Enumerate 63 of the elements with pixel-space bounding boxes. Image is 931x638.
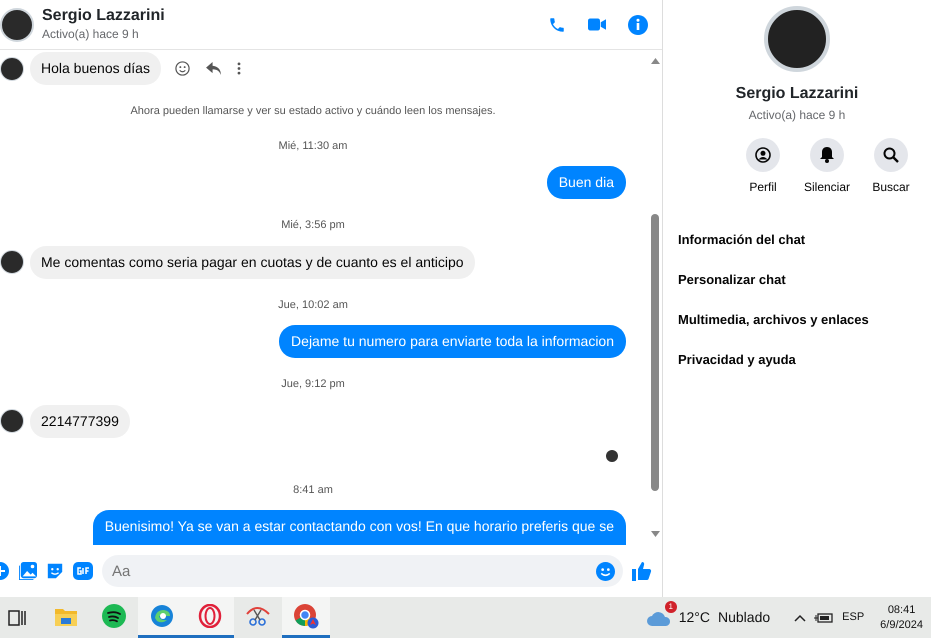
phone-icon[interactable]: [548, 16, 566, 34]
mute-button[interactable]: Silenciar: [802, 138, 852, 196]
message-bubble: Hola buenos días: [30, 52, 161, 85]
bell-icon: [820, 147, 834, 163]
gif-icon[interactable]: [73, 562, 93, 580]
profile-icon: [755, 147, 771, 163]
thumbs-up-icon[interactable]: [632, 561, 652, 581]
video-camera-icon[interactable]: [588, 17, 606, 32]
clock-date[interactable]: 6/9/2024: [880, 618, 923, 632]
timestamp: Mié, 11:30 am: [278, 138, 348, 154]
info-icon[interactable]: [628, 14, 648, 34]
profile-status: Activo(a) hace 9 h: [748, 107, 846, 124]
timestamp: 8:41 am: [292, 482, 334, 498]
notification-badge: 1: [664, 601, 677, 613]
music-app-icon: [102, 604, 126, 628]
folder-icon: [55, 606, 77, 626]
seen-avatar: [606, 450, 618, 462]
message-bubble: 2214777399: [30, 404, 130, 438]
plus-icon[interactable]: [0, 561, 10, 581]
battery-icon[interactable]: [814, 612, 834, 624]
weather-condition: Nublado: [718, 608, 770, 627]
scroll-up-icon[interactable]: [650, 58, 660, 64]
system-notice: Ahora pueden llamarse y ver su estado activo y cuándo leen los mensajes.: [129, 104, 497, 119]
timestamp: Jue, 9:12 pm: [280, 377, 346, 392]
avatar-photo: [0, 8, 34, 42]
contact-name: Sergio Lazzarini: [42, 6, 165, 24]
language-indicator[interactable]: ESP: [842, 609, 864, 626]
avatar-photo: [0, 250, 24, 274]
contact-status: Activo(a) hace 9 h: [42, 26, 140, 42]
cloud-icon[interactable]: [646, 610, 671, 626]
search-icon: [883, 147, 899, 163]
search-button[interactable]: Buscar: [866, 138, 916, 196]
chevron-up-icon[interactable]: [794, 614, 806, 622]
scroll-down-icon[interactable]: [650, 531, 660, 537]
timestamp: Mié, 3:56 pm: [280, 218, 346, 233]
timestamp: Jue, 10:02 am: [277, 298, 349, 312]
task-view-icon[interactable]: [8, 610, 26, 626]
avatar-photo: [0, 56, 24, 80]
reply-icon[interactable]: [206, 62, 221, 75]
message-input[interactable]: Aa: [102, 555, 623, 587]
message-bubble: Buen dia: [546, 166, 626, 199]
emoji-icon[interactable]: [596, 562, 615, 581]
message-bubble: Dejame tu numero para enviarte toda la informacion: [279, 325, 626, 358]
avatar-photo: [0, 409, 24, 433]
profile-button[interactable]: Perfil: [738, 138, 788, 196]
temperature: 12°C: [678, 608, 710, 627]
clock-time[interactable]: 08:41: [880, 602, 923, 618]
emoji-icon[interactable]: [174, 61, 190, 76]
profile-name: Sergio Lazzarini: [736, 84, 858, 104]
section-item[interactable]: Multimedia, archivos y enlaces: [678, 300, 869, 340]
section-item[interactable]: Privacidad y ayuda: [678, 340, 796, 380]
chrome-icon: [293, 603, 319, 629]
browser-icon: [150, 604, 174, 628]
more-options-icon[interactable]: [236, 62, 241, 75]
scrollbar-thumb[interactable]: [651, 214, 659, 491]
sticker-icon[interactable]: [46, 562, 64, 580]
scissors-icon: [245, 604, 271, 628]
image-icon[interactable]: [19, 562, 37, 580]
message-bubble: Buenisimo! Ya se van a estar contactando con vos! En que horario preferis que se: [92, 510, 626, 545]
section-item[interactable]: Información del chat: [678, 220, 806, 260]
section-item[interactable]: Personalizar chat: [678, 260, 786, 300]
message-bubble: Me comentas como seria pagar en cuotas y de cuanto es el anticipo: [30, 246, 475, 278]
ring-icon: [198, 604, 222, 628]
